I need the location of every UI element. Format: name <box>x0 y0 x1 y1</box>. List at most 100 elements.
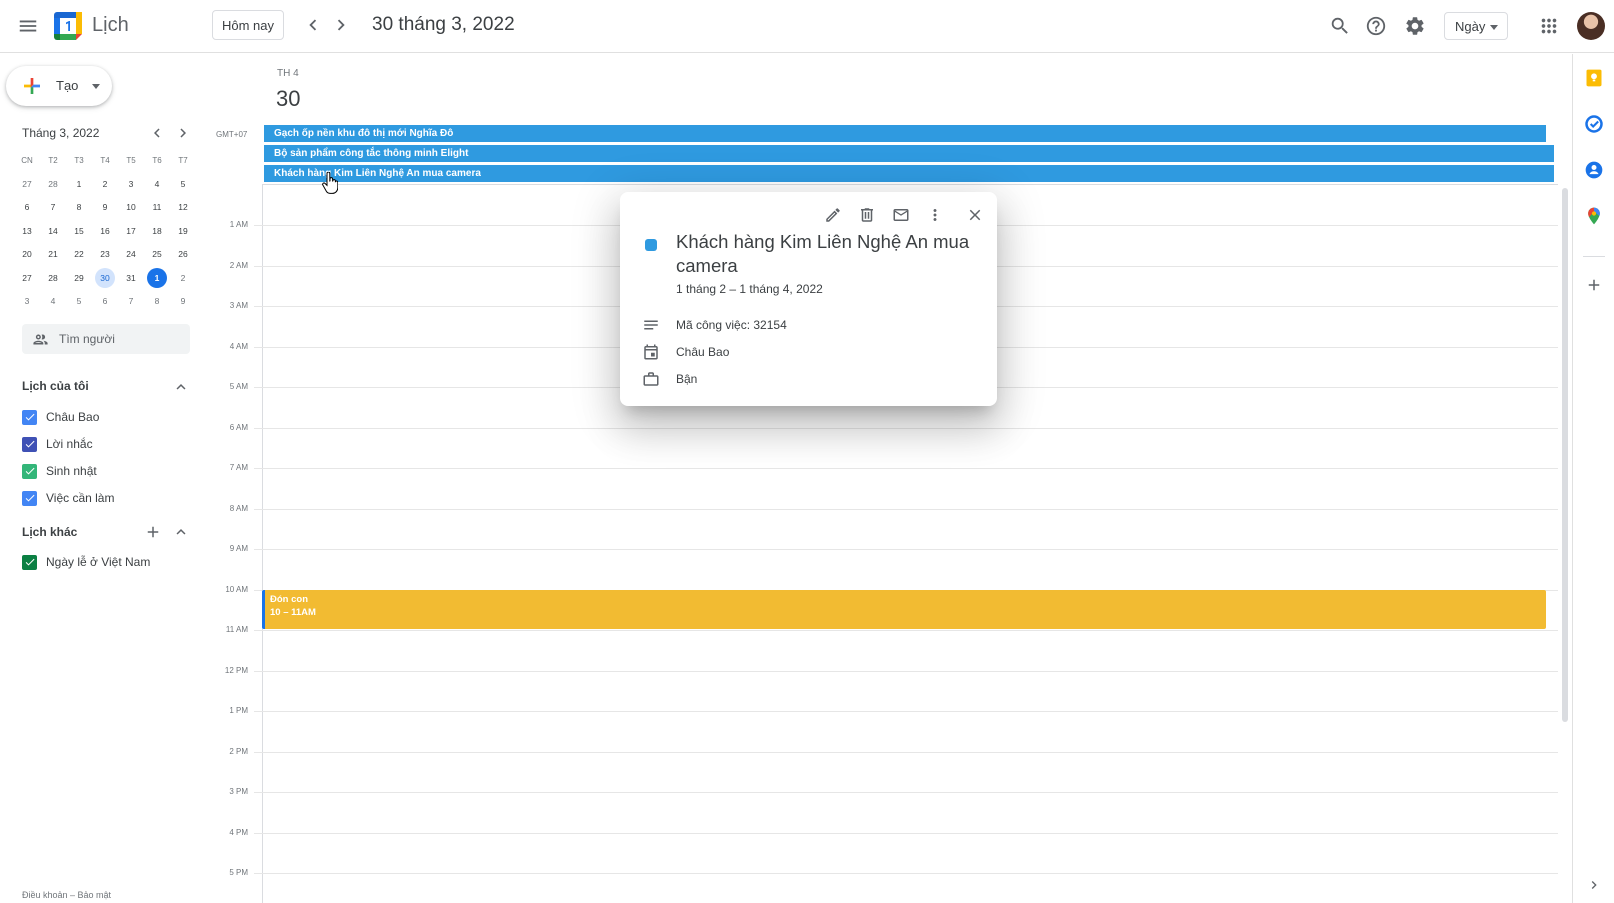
hour-line <box>254 509 1558 510</box>
contacts-icon <box>1585 161 1603 179</box>
mini-day[interactable]: 10 <box>118 196 144 220</box>
mini-day[interactable]: 15 <box>66 219 92 243</box>
calendar-item-tasks[interactable]: Việc cần làm <box>22 488 114 508</box>
mini-day[interactable]: 7 <box>118 290 144 314</box>
mini-day[interactable]: 3 <box>118 172 144 196</box>
side-panel <box>1572 54 1614 903</box>
get-addons-button[interactable] <box>1581 272 1607 298</box>
settings-button[interactable] <box>1397 8 1433 44</box>
mini-day[interactable]: 8 <box>66 196 92 220</box>
tasks-button[interactable] <box>1581 111 1607 137</box>
mini-day[interactable]: 1 <box>66 172 92 196</box>
mini-day[interactable]: 8 <box>144 290 170 314</box>
day-abbreviation: TH 4 <box>277 68 299 79</box>
mini-day[interactable]: 3 <box>14 290 40 314</box>
calendar-item-reminders[interactable]: Lời nhắc <box>22 434 93 454</box>
mini-day[interactable]: 29 <box>66 266 92 290</box>
other-calendars-title[interactable]: Lịch khác <box>22 525 77 539</box>
mini-calendar-next-button[interactable] <box>174 124 194 144</box>
mini-day[interactable]: 6 <box>92 290 118 314</box>
mini-day[interactable]: 4 <box>144 172 170 196</box>
mini-day[interactable]: 14 <box>40 219 66 243</box>
mini-day[interactable]: 20 <box>14 243 40 267</box>
checkbox[interactable] <box>22 490 37 506</box>
all-day-event[interactable]: Gạch ốp nền khu đô thị mới Nghĩa Đô <box>264 125 1546 142</box>
calendar-item-chau-bao[interactable]: Châu Bao <box>22 407 99 427</box>
mini-day[interactable]: 31 <box>118 266 144 290</box>
mini-calendar-prev-button[interactable] <box>148 124 168 144</box>
hour-label: 7 AM <box>229 463 248 472</box>
calendar-item-vietnam-holidays[interactable]: Ngày lễ ở Việt Nam <box>22 552 150 572</box>
mini-day-today[interactable]: 1 <box>144 266 170 290</box>
mini-day[interactable]: 6 <box>14 196 40 220</box>
mini-day[interactable]: 12 <box>170 196 196 220</box>
calendar-logo[interactable] <box>54 12 82 40</box>
mini-day[interactable]: 21 <box>40 243 66 267</box>
next-day-button[interactable] <box>324 8 358 42</box>
create-button[interactable]: Tạo <box>6 66 112 106</box>
top-bar: Lịch Hôm nay 30 tháng 3, 2022 Ngày <box>0 0 1614 53</box>
checkbox[interactable] <box>22 463 37 479</box>
mini-day[interactable]: 9 <box>92 196 118 220</box>
checkbox[interactable] <box>22 436 37 452</box>
mini-day[interactable]: 2 <box>170 266 196 290</box>
my-calendars-title[interactable]: Lịch của tôi <box>22 379 89 393</box>
mini-day[interactable]: 2 <box>92 172 118 196</box>
mini-day[interactable]: 18 <box>144 219 170 243</box>
mini-day[interactable]: 27 <box>14 266 40 290</box>
mini-day-selected[interactable]: 30 <box>92 266 118 290</box>
all-day-event[interactable]: Khách hàng Kim Liên Nghệ An mua camera <box>264 165 1554 182</box>
weekday-label: T2 <box>48 155 58 165</box>
mini-day[interactable]: 26 <box>170 243 196 267</box>
mini-day[interactable]: 24 <box>118 243 144 267</box>
checkbox[interactable] <box>22 409 37 425</box>
calendar-item-label: Việc cần làm <box>46 491 115 505</box>
calendar-item-birthdays[interactable]: Sinh nhật <box>22 461 97 481</box>
mini-day[interactable]: 19 <box>170 219 196 243</box>
search-people-input[interactable]: Tìm người <box>22 324 190 354</box>
mini-day[interactable]: 27 <box>14 172 40 196</box>
mini-day[interactable]: 28 <box>40 172 66 196</box>
help-button[interactable] <box>1358 8 1394 44</box>
all-day-event[interactable]: Bộ sản phẩm công tắc thông minh Elight <box>264 145 1554 162</box>
timed-event-time: 10 – 11AM <box>270 607 316 618</box>
mini-day[interactable]: 17 <box>118 219 144 243</box>
mini-day[interactable]: 4 <box>40 290 66 314</box>
checkbox[interactable] <box>22 554 37 570</box>
footer-links[interactable]: Điều khoản – Bảo mật <box>22 890 111 900</box>
today-button[interactable]: Hôm nay <box>212 10 284 40</box>
other-calendars-collapse-button[interactable] <box>172 523 190 541</box>
mini-day[interactable]: 28 <box>40 266 66 290</box>
scrollbar[interactable] <box>1562 188 1568 722</box>
mini-day[interactable]: 22 <box>66 243 92 267</box>
maps-button[interactable] <box>1581 203 1607 229</box>
expand-side-panel-button[interactable] <box>1581 872 1607 898</box>
mini-day[interactable]: 5 <box>170 172 196 196</box>
contacts-button[interactable] <box>1581 157 1607 183</box>
edit-event-button[interactable] <box>819 201 847 229</box>
mini-day[interactable]: 5 <box>66 290 92 314</box>
delete-event-button[interactable] <box>853 201 881 229</box>
search-button[interactable] <box>1322 8 1358 44</box>
all-day-divider <box>262 184 1558 185</box>
more-options-button[interactable] <box>921 201 949 229</box>
account-avatar[interactable] <box>1577 12 1605 40</box>
mini-day[interactable]: 7 <box>40 196 66 220</box>
mini-day[interactable]: 25 <box>144 243 170 267</box>
add-other-calendar-button[interactable] <box>144 523 162 541</box>
mini-day[interactable]: 23 <box>92 243 118 267</box>
mini-day[interactable]: 9 <box>170 290 196 314</box>
mini-day[interactable]: 16 <box>92 219 118 243</box>
keep-button[interactable] <box>1581 65 1607 91</box>
mini-calendar-week: 27 28 29 30 31 1 2 <box>14 266 196 290</box>
timed-event[interactable]: Đón con 10 – 11AM <box>262 590 1546 629</box>
mini-day[interactable]: 13 <box>14 219 40 243</box>
mini-day[interactable]: 11 <box>144 196 170 220</box>
email-guests-button[interactable] <box>887 201 915 229</box>
main-menu-button[interactable] <box>10 8 46 44</box>
day-number[interactable]: 30 <box>276 86 300 112</box>
close-popup-button[interactable] <box>961 201 989 229</box>
my-calendars-collapse-button[interactable] <box>172 378 190 396</box>
view-selector[interactable]: Ngày <box>1444 12 1508 40</box>
apps-button[interactable] <box>1531 8 1567 44</box>
